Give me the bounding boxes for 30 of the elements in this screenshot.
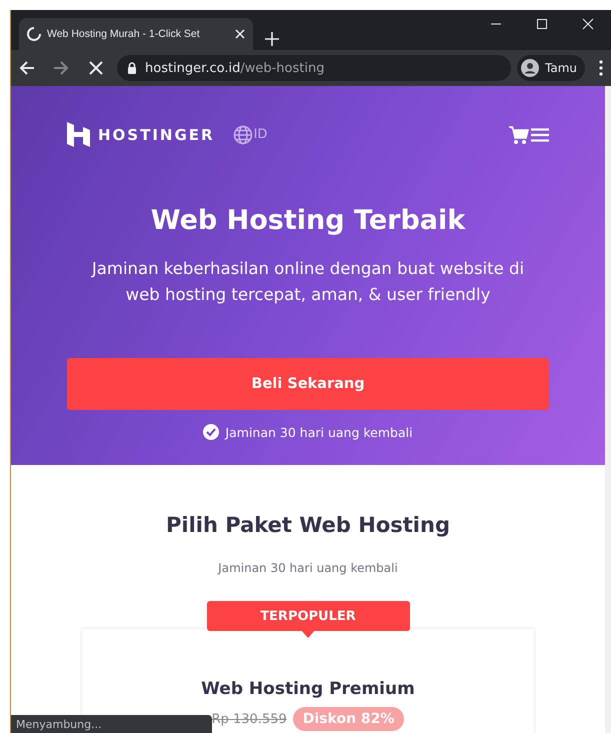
logo-icon [67,122,90,147]
close-icon[interactable] [235,29,245,39]
check-circle-icon [203,424,220,440]
profile-button[interactable]: Tamu [517,55,585,81]
globe-icon [232,124,253,144]
section-title: Pilih Paket Web Hosting [166,513,450,537]
forward-icon[interactable] [53,60,69,76]
lock-icon [127,62,137,74]
section-subtitle: Jaminan 30 hari uang kembali [218,561,398,575]
buy-now-button[interactable]: Beli Sekarang [67,358,549,410]
old-price: Rp 130.559 [212,712,287,726]
hero-subtitle: Jaminan keberhasilan online dengan buat website di web hosting tercepat, aman, & user friendly [90,258,526,306]
menu-icon[interactable] [599,60,603,76]
brand-name: HOSTINGER [98,126,215,144]
discount-badge: Diskon 82% [292,707,404,731]
plan-name: Web Hosting Premium [201,679,415,699]
status-bubble: Menyambung... [11,715,212,733]
badge-pointer [301,630,315,638]
popular-badge: TERPOPULER [206,601,410,631]
menu-icon[interactable] [531,128,549,142]
avatar-icon [521,59,539,77]
address-bar[interactable]: hostinger.co.id/web-hosting [117,55,511,81]
cart-icon[interactable] [509,124,529,144]
hero-title: Web Hosting Terbaik [150,205,466,236]
new-tab-icon[interactable] [265,32,279,46]
browser-tab[interactable]: Web Hosting Murah - 1-Click Set [19,18,253,50]
stop-icon[interactable] [89,61,103,75]
guarantee-text: Jaminan 30 hari uang kembali [225,424,413,440]
loading-icon [27,27,41,41]
back-icon[interactable] [19,60,35,76]
